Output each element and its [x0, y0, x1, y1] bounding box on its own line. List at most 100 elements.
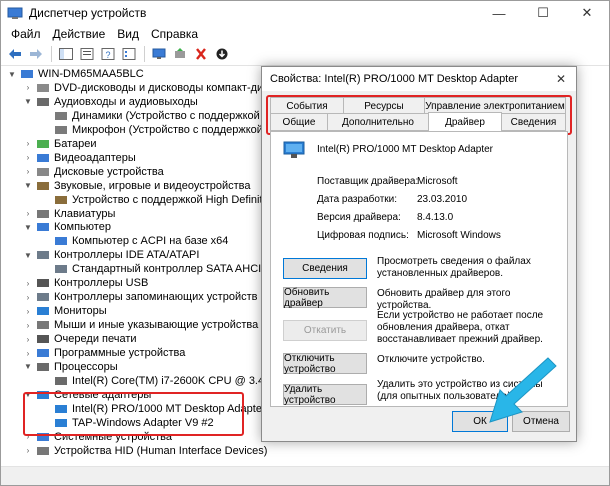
- tree-item[interactable]: › DVD-дисководы и дисководы компакт-диско…: [23, 81, 286, 95]
- disable-device-button[interactable]: Отключить устройство: [283, 353, 367, 375]
- driver-date-label: Дата разработки:: [317, 194, 398, 205]
- tree-item[interactable]: Intel(R) Core(TM) i7-2600K CPU @ 3.40GHz: [41, 374, 292, 388]
- collapsed-chevron-icon[interactable]: ›: [23, 279, 33, 288]
- close-button[interactable]: ✕: [565, 1, 609, 25]
- collapsed-chevron-icon[interactable]: ›: [23, 321, 33, 330]
- collapsed-chevron-icon[interactable]: ›: [23, 307, 33, 316]
- pointer-arrow-icon: [489, 357, 557, 423]
- tree-item-label: Процессоры: [54, 360, 118, 373]
- collapsed-chevron-icon[interactable]: ›: [23, 349, 33, 358]
- tree-item[interactable]: ▼ Компьютер: [23, 220, 111, 234]
- expanded-chevron-icon[interactable]: ▼: [23, 251, 33, 260]
- driver-provider-value: Microsoft: [417, 176, 458, 187]
- menu-action[interactable]: Действие: [47, 27, 112, 41]
- svg-text:?: ?: [105, 50, 110, 60]
- tree-item-label: Компьютер с ACPI на базе x64: [72, 235, 229, 248]
- expanded-chevron-icon[interactable]: ▼: [23, 223, 33, 232]
- tree-item-label: Программные устройства: [54, 347, 186, 359]
- expanded-chevron-icon[interactable]: ▼: [7, 70, 17, 79]
- list-view-button[interactable]: [119, 45, 139, 63]
- menu-view[interactable]: Вид: [111, 27, 145, 41]
- tree-item-label: Звуковые, игровые и видеоустройства: [54, 179, 251, 192]
- scan-hardware-button[interactable]: [149, 45, 169, 63]
- ide-icon: [37, 251, 49, 260]
- toolbar: ?: [1, 43, 609, 66]
- help-button[interactable]: ?: [98, 45, 118, 63]
- device-name: Intel(R) PRO/1000 MT Desktop Adapter: [317, 144, 494, 155]
- update-driver-desc: Обновить драйвер для этого устройства.: [377, 288, 511, 311]
- tree-view-icon: [59, 48, 73, 60]
- tree-item[interactable]: › Мыши и иные указывающие устройства: [23, 318, 259, 332]
- help-icon: ?: [101, 48, 115, 60]
- properties-button[interactable]: [77, 45, 97, 63]
- forward-button[interactable]: [26, 45, 46, 63]
- toolbar-separator: [51, 46, 52, 62]
- minimize-button[interactable]: —: [477, 1, 521, 25]
- tree-item[interactable]: ▼ WIN-DM65MAA5BLC: [7, 67, 144, 81]
- dialog-title: Свойства: Intel(R) PRO/1000 MT Desktop A…: [270, 73, 519, 85]
- menu-file[interactable]: Файл: [5, 27, 47, 41]
- tree-item[interactable]: ▼ Звуковые, игровые и видеоустройства: [23, 179, 251, 193]
- driver-details-button[interactable]: Сведения: [283, 258, 367, 279]
- tree-item[interactable]: › Устройства HID (Human Interface Devices…: [23, 444, 268, 458]
- hid-icon: [37, 446, 49, 455]
- tree-item-label: Компьютер: [54, 221, 111, 234]
- usb-icon: [37, 279, 49, 288]
- show-hide-tree-button[interactable]: [56, 45, 76, 63]
- tree-item[interactable]: › Дисковые устройства: [23, 165, 164, 179]
- properties-icon: [80, 48, 94, 60]
- speaker-icon: [55, 111, 67, 120]
- tree-item[interactable]: › Видеоадаптеры: [23, 151, 136, 165]
- sound-device-icon: [55, 195, 67, 204]
- tree-item[interactable]: ▼ Процессоры: [23, 360, 118, 374]
- expanded-chevron-icon[interactable]: ▼: [23, 181, 33, 190]
- maximize-button[interactable]: ☐: [521, 1, 565, 25]
- uninstall-button[interactable]: [191, 45, 211, 63]
- tree-item-label: Контроллеры IDE ATA/ATAPI: [54, 249, 200, 262]
- tree-item[interactable]: › Контроллеры запоминающих устройств: [23, 290, 258, 304]
- menu-help[interactable]: Справка: [145, 27, 204, 41]
- back-button[interactable]: [5, 45, 25, 63]
- collapsed-chevron-icon[interactable]: ›: [23, 139, 33, 148]
- expanded-chevron-icon[interactable]: ▼: [23, 362, 33, 371]
- collapsed-chevron-icon[interactable]: ›: [23, 446, 33, 455]
- monitor-icon: [37, 307, 49, 316]
- collapsed-chevron-icon[interactable]: ›: [23, 209, 33, 218]
- tree-item[interactable]: › Клавиатуры: [23, 207, 116, 221]
- tree-item[interactable]: › Очереди печати: [23, 332, 137, 346]
- update-driver-button[interactable]: [170, 45, 190, 63]
- download-arrow-icon: [216, 48, 228, 60]
- computer-icon: [21, 70, 33, 78]
- uninstall-device-button[interactable]: Удалить устройство: [283, 384, 367, 406]
- tree-item-label: Очереди печати: [54, 333, 137, 346]
- processor-icon: [37, 362, 49, 371]
- tree-item[interactable]: Стандартный контроллер SATA AHCI: [41, 262, 261, 276]
- tree-item-label: Контроллеры запоминающих устройств: [54, 291, 258, 304]
- collapsed-chevron-icon[interactable]: ›: [23, 153, 33, 162]
- collapsed-chevron-icon[interactable]: ›: [23, 293, 33, 302]
- download-button[interactable]: [212, 45, 232, 63]
- collapsed-chevron-icon[interactable]: ›: [23, 83, 33, 92]
- tree-item[interactable]: ▼ Контроллеры IDE ATA/ATAPI: [23, 248, 199, 262]
- collapsed-chevron-icon[interactable]: ›: [23, 167, 33, 176]
- tree-item[interactable]: Компьютер с ACPI на базе x64: [41, 234, 228, 248]
- menu-bar: Файл Действие Вид Справка: [1, 25, 609, 43]
- status-bar: [1, 466, 609, 485]
- network-adapter-icon: [283, 141, 305, 158]
- dialog-close-button[interactable]: ✕: [546, 72, 576, 86]
- tree-item[interactable]: › Программные устройства: [23, 346, 186, 360]
- digital-signature-label: Цифровая подпись:: [317, 230, 409, 241]
- tree-item[interactable]: › Контроллеры USB: [23, 276, 149, 290]
- tree-item[interactable]: › Батареи: [23, 137, 97, 151]
- driver-version-value: 8.4.13.0: [417, 212, 454, 223]
- collapsed-chevron-icon[interactable]: ›: [23, 335, 33, 344]
- tree-item[interactable]: ▼ Аудиовходы и аудиовыходы: [23, 95, 198, 109]
- tree-item[interactable]: › Мониторы: [23, 304, 107, 318]
- tree-item-label: DVD-дисководы и дисководы компакт-дисков: [54, 81, 286, 94]
- update-driver-button[interactable]: Обновить драйвер: [283, 287, 367, 309]
- driver-version-label: Версия драйвера:: [317, 212, 401, 223]
- driver-date-value: 23.03.2010: [417, 194, 468, 205]
- list-view-icon: [122, 48, 136, 60]
- rollback-driver-button[interactable]: Откатить: [283, 320, 367, 341]
- expanded-chevron-icon[interactable]: ▼: [23, 97, 33, 106]
